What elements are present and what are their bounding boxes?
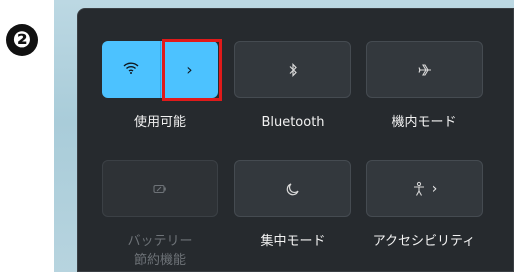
focus-tile[interactable] [234,160,351,217]
bluetooth-label: Bluetooth [261,115,325,130]
airplane-icon [417,63,433,77]
accessibility-icon-group: › [412,180,438,197]
battery-saver-label-line2: 節約機能 [133,253,186,268]
wifi-label: 使用可能 [133,115,186,130]
airplane-mode-label: 機内モード [391,115,457,130]
wifi-toggle-button[interactable] [102,41,160,98]
wifi-icon [123,60,139,79]
accessibility-tile[interactable]: › [366,160,483,217]
focus-moon-icon [286,182,300,196]
accessibility-icon [413,181,424,196]
battery-saver-icon [152,183,168,195]
bluetooth-tile[interactable] [234,41,351,98]
focus-label: 集中モード [260,234,326,249]
chevron-right-icon: › [431,180,438,197]
highlight-box [162,39,222,101]
battery-saver-label: バッテリー 節約機能 [100,232,220,270]
battery-saver-tile[interactable] [102,160,218,217]
bluetooth-icon [288,62,298,77]
accessibility-label: アクセシビリティ [372,234,476,249]
step-number-badge: ❷ [6,24,38,56]
battery-saver-label-line1: バッテリー [127,234,193,249]
airplane-mode-tile[interactable] [366,41,483,98]
